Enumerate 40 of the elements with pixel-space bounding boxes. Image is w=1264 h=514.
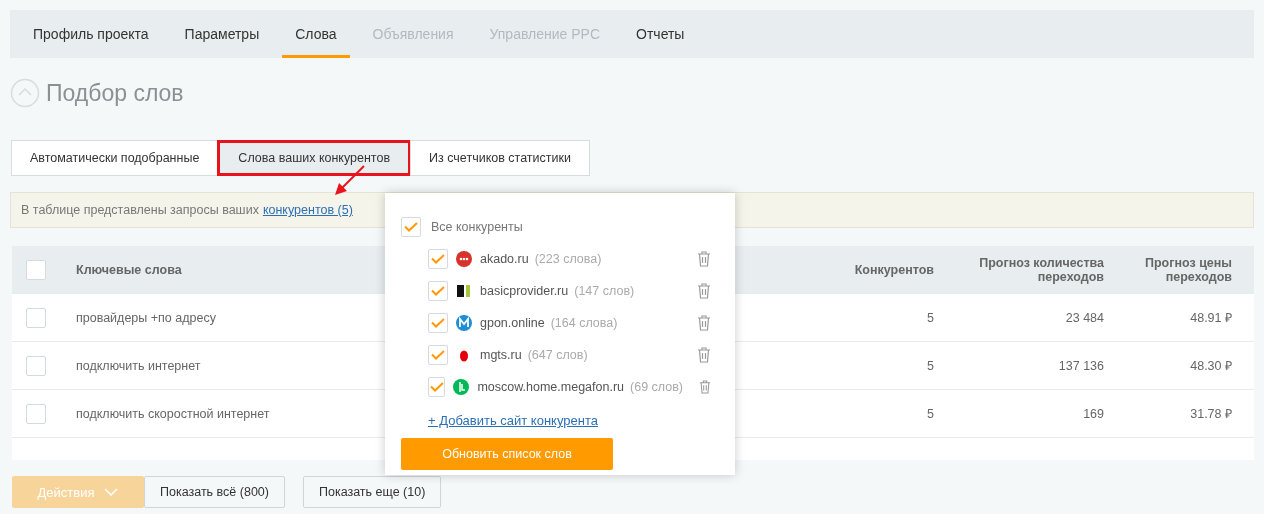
word-count: (147 слов) xyxy=(574,284,635,298)
checkbox-label: Все конкуренты xyxy=(431,220,523,234)
word-count: (223 слова) xyxy=(534,252,602,266)
source-tab[interactable]: Автоматически подобранные xyxy=(11,140,219,176)
word-count: (164 слова) xyxy=(550,316,618,330)
table-cell-text: 169 xyxy=(1082,406,1105,421)
word-count: (69 слов) xyxy=(630,380,683,394)
competitor-site: akado.ru xyxy=(480,252,529,266)
source-tab[interactable]: Слова ваших конкурентов xyxy=(217,140,412,176)
info-text: В таблице представлены запросы ваших xyxy=(21,203,259,217)
table-cell-text: 31.78 ₽ xyxy=(1189,406,1233,422)
competitor-site: basicprovider.ru xyxy=(480,284,569,298)
show-all-button[interactable]: Показать всё (800) xyxy=(144,476,285,508)
keyword-cell: подключить интернет xyxy=(76,358,201,373)
competitor-site: gpon.online xyxy=(480,316,545,330)
table-cell-text: 48.30 ₽ xyxy=(1189,358,1233,374)
column-header: Прогноз количества переходов xyxy=(978,255,1105,284)
nav-tab[interactable]: Параметры xyxy=(171,10,273,58)
competitor-site: mgts.ru xyxy=(480,348,522,362)
source-tab[interactable]: Из счетчиков статистики xyxy=(410,140,590,176)
nav-tab[interactable]: Слова xyxy=(282,10,350,58)
table-cell-text: 48.91 ₽ xyxy=(1189,310,1233,326)
column-header: Конкурентов xyxy=(853,262,935,277)
competitors-link[interactable]: конкурентов (5) xyxy=(262,203,353,217)
add-competitor-link[interactable]: + Добавить сайт конкурента xyxy=(428,413,598,428)
show-more-button[interactable]: Показать еще (10) xyxy=(302,476,442,508)
table-cell-text: 5 xyxy=(926,310,935,325)
table-cell-text: 137 136 xyxy=(1057,358,1105,373)
nav-tab[interactable]: Профиль проекта xyxy=(20,10,162,58)
competitor-site: moscow.home.megafon.ru xyxy=(477,380,625,394)
table-cell-text: 5 xyxy=(926,406,935,421)
word-count: (647 слов) xyxy=(527,348,588,362)
column-header: Ключевые слова xyxy=(76,262,183,277)
table-cell-text: 5 xyxy=(926,358,935,373)
nav-tab[interactable]: Отчеты xyxy=(623,10,698,58)
column-header: Прогноз цены переходов xyxy=(1143,255,1233,284)
section-title: Подбор слов xyxy=(46,79,184,107)
table-cell-text: 23 484 xyxy=(1064,310,1105,325)
keyword-cell: подключить скоростной интернет xyxy=(76,406,270,421)
keyword-cell: провайдеры +по адресу xyxy=(76,310,216,325)
